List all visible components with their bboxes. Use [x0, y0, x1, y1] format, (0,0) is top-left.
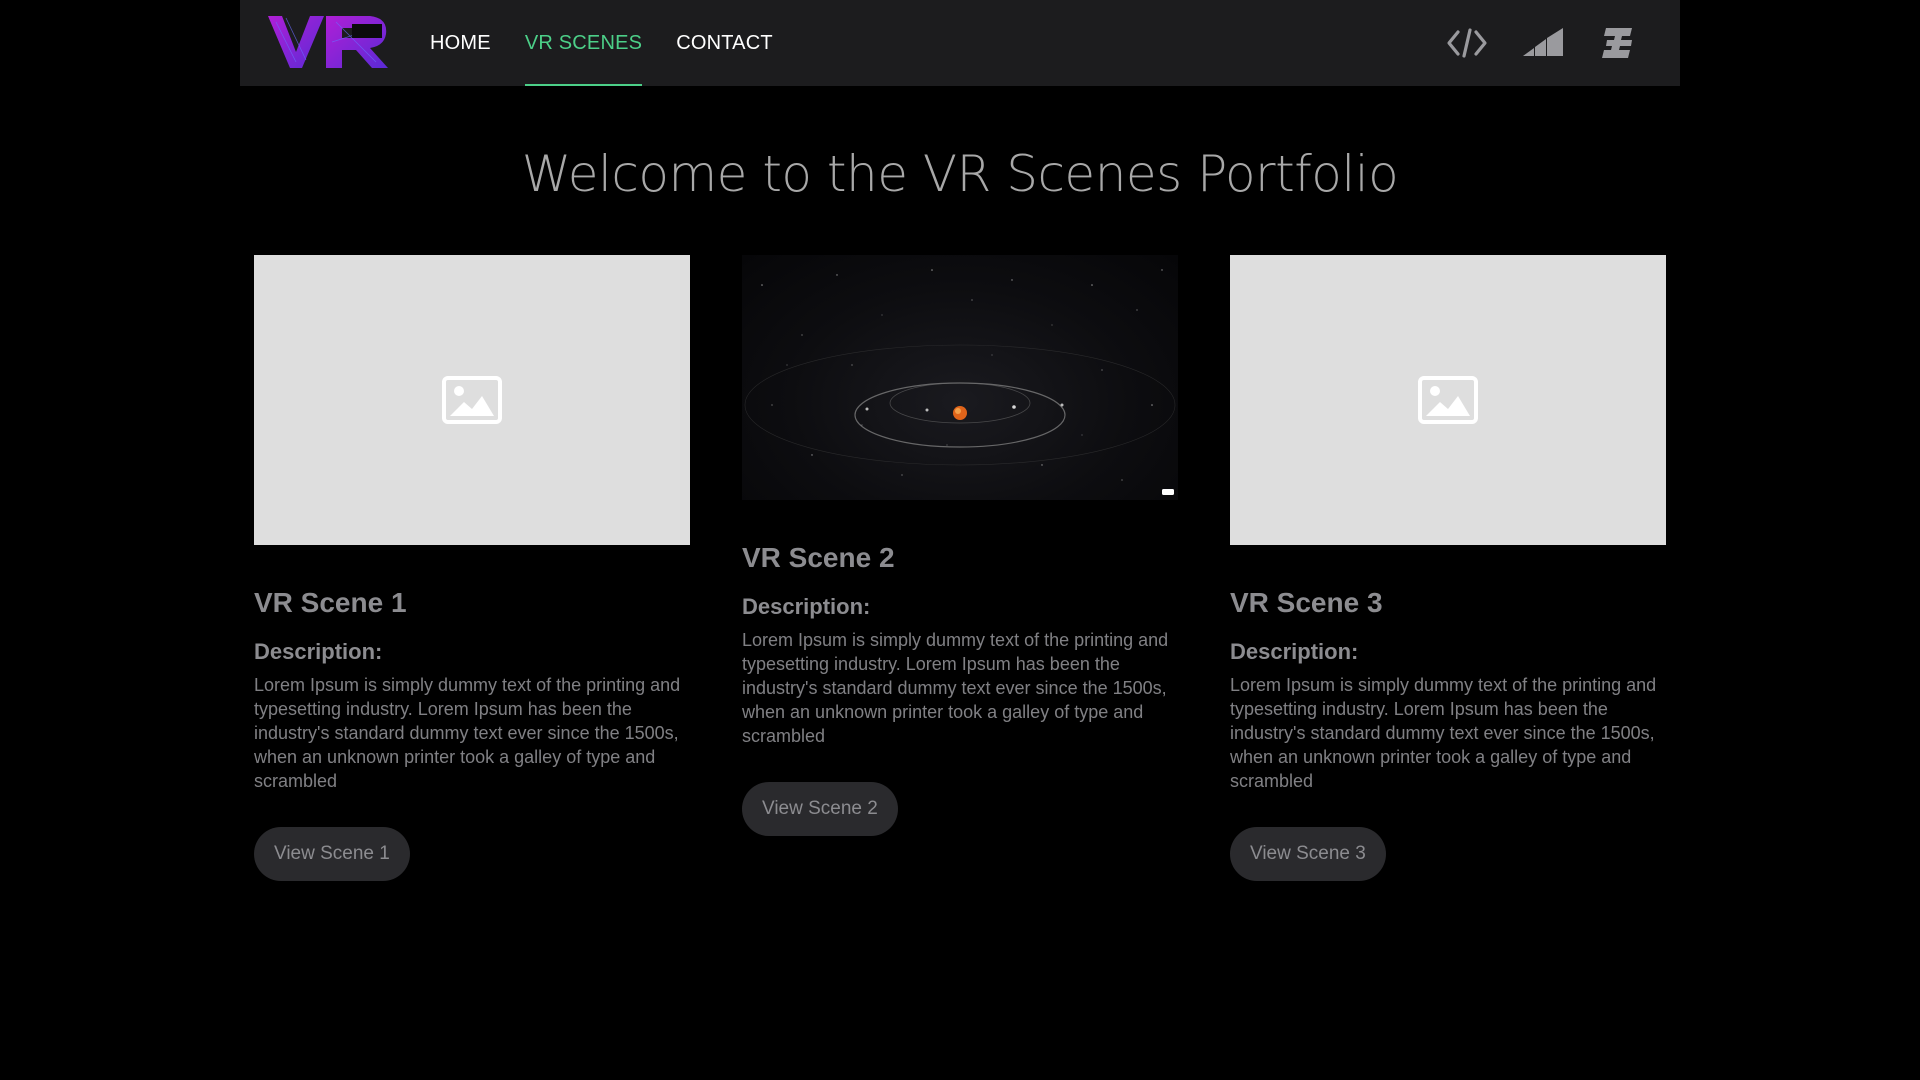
nav-icon-group	[1446, 22, 1640, 64]
scene-3-title: VR Scene 3	[1230, 587, 1383, 618]
nav-contact[interactable]: CONTACT	[676, 0, 773, 86]
top-navbar: HOME VR SCENES CONTACT	[240, 0, 1680, 86]
scene-2-description-heading: Description:	[742, 594, 871, 619]
view-scene-2-button[interactable]: View Scene 2	[742, 782, 898, 836]
scene-2-description: Lorem Ipsum is simply dummy text of the …	[742, 630, 1169, 746]
scene-3-description-heading: Description:	[1230, 639, 1359, 664]
image-placeholder-icon	[442, 376, 502, 424]
view-scene-3-button[interactable]: View Scene 3	[1230, 827, 1386, 881]
signal-bars-icon[interactable]	[1522, 22, 1564, 64]
nav-home[interactable]: HOME	[430, 0, 491, 86]
solar-system-preview-image	[744, 269, 1176, 495]
scene-1-title: VR Scene 1	[254, 587, 407, 618]
nav-vr-scenes[interactable]: VR SCENES	[524, 0, 643, 86]
scene-1-description: Lorem Ipsum is simply dummy text of the …	[254, 675, 681, 791]
scene-1-thumbnail[interactable]	[254, 255, 690, 545]
code-icon[interactable]	[1446, 22, 1488, 64]
vr-logo[interactable]	[266, 12, 392, 72]
scene-2-title: VR Scene 2	[742, 542, 895, 573]
scene-2-thumbnail[interactable]	[742, 255, 1178, 500]
scene-1-description-heading: Description:	[254, 639, 383, 664]
brand-b-icon[interactable]	[1598, 22, 1640, 64]
scene-card-1: VR Scene 1 Description: Lorem Ipsum is s…	[254, 255, 690, 881]
main-nav: HOME VR SCENES CONTACT	[430, 0, 773, 86]
scene-3-description: Lorem Ipsum is simply dummy text of the …	[1230, 675, 1657, 791]
view-scene-1-button[interactable]: View Scene 1	[254, 827, 410, 881]
scene-card-2: VR Scene 2 Description: Lorem Ipsum is s…	[742, 255, 1178, 836]
image-placeholder-icon	[1418, 376, 1478, 424]
scene-card-3: VR Scene 3 Description: Lorem Ipsum is s…	[1230, 255, 1666, 881]
scene-3-thumbnail[interactable]	[1230, 255, 1666, 545]
page-title: Welcome to the VR Scenes Portfolio	[521, 145, 1399, 203]
